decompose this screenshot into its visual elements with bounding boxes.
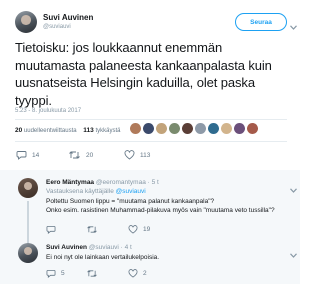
liker-avatar[interactable]	[143, 123, 154, 134]
heart-icon	[124, 150, 135, 160]
liker-avatar[interactable]	[221, 123, 232, 134]
liker-avatar[interactable]	[195, 123, 206, 134]
like-stat[interactable]: 113 tykkäystä	[83, 127, 121, 134]
reply-avatar[interactable]	[18, 243, 38, 263]
like-button[interactable]: 113	[124, 150, 150, 160]
reply-to-line: Vastauksena käyttäjälle @suviauvi	[46, 187, 146, 197]
like-stat-label: tykkäystä	[95, 128, 121, 134]
reply-icon	[46, 225, 56, 234]
reply-separator: ·	[147, 179, 150, 186]
like-stat-count: 113	[83, 127, 94, 134]
reply-text-line: Onko esim. rasistinen Muhammad-pilakuva …	[46, 207, 275, 214]
like-count: 19	[143, 226, 151, 233]
retweet-icon	[87, 270, 97, 277]
reply-author-handle[interactable]: @eeromantymaa	[96, 179, 146, 186]
liker-avatar[interactable]	[156, 123, 167, 134]
heart-icon	[128, 269, 138, 278]
tweet-stats: 20 uudelleentwiittausta 113 tykkäystä	[15, 127, 120, 134]
divider	[15, 141, 287, 142]
reply-time[interactable]: 4 t	[125, 244, 132, 251]
reply-avatar[interactable]	[18, 178, 38, 198]
liker-avatar[interactable]	[169, 123, 180, 134]
retweet-icon	[69, 151, 80, 159]
retweet-count: 20	[86, 151, 94, 159]
reply-actions: 19	[46, 225, 246, 237]
reply-button[interactable]: 5	[46, 269, 65, 278]
divider	[15, 119, 287, 120]
reply-text-line: Ei noi nyt ole lainkaan vertailukelpoisi…	[46, 254, 160, 261]
like-button[interactable]: 19	[128, 225, 150, 234]
retweet-icon	[87, 226, 97, 233]
reply-author-handle[interactable]: @suviauvi	[89, 244, 119, 251]
like-count: 113	[140, 151, 151, 159]
reply-icon	[46, 269, 56, 278]
retweet-button[interactable]	[86, 225, 103, 234]
reply-count: 5	[61, 270, 65, 277]
liker-avatar[interactable]	[130, 123, 141, 134]
heart-icon	[128, 225, 138, 234]
like-button[interactable]: 2	[128, 269, 147, 278]
reply-header: Suvi Auvinen @suviauvi · 4 t	[46, 243, 132, 253]
chevron-down-icon[interactable]	[290, 245, 297, 263]
liker-avatar[interactable]	[182, 123, 193, 134]
author-name[interactable]: Suvi Auvinen	[43, 13, 93, 22]
tweet-timestamp[interactable]: 5.23 - 8. joulukuuta 2017	[15, 108, 81, 114]
reply-button[interactable]	[46, 225, 61, 234]
follow-button[interactable]: Seuraa	[235, 13, 287, 31]
reply-actions: 5 2	[46, 269, 246, 281]
liker-avatar[interactable]	[234, 123, 245, 134]
retweet-button[interactable]	[86, 269, 103, 278]
like-count: 2	[143, 270, 147, 277]
reply-icon	[16, 151, 27, 160]
reply-author-name[interactable]: Suvi Auvinen	[46, 244, 87, 251]
tweet-text: Tietoisku: jos loukkaannut enemmän muuta…	[15, 40, 272, 108]
reply-to-prefix: Vastauksena käyttäjälle	[46, 188, 114, 195]
reply-separator: ·	[120, 244, 123, 251]
liker-avatar[interactable]	[208, 123, 219, 134]
chevron-down-icon[interactable]	[290, 17, 297, 35]
retweet-stat-count: 20	[15, 127, 23, 134]
tweet-actions: 14 20 113	[16, 150, 276, 162]
author-avatar[interactable]	[15, 11, 37, 33]
reply-time[interactable]: 5 t	[152, 179, 159, 186]
retweet-stat-label: uudelleentwiittausta	[23, 128, 77, 134]
liker-avatar[interactable]	[247, 123, 258, 134]
reply-author-name[interactable]: Eero Mäntymaa	[46, 179, 94, 186]
retweet-stat[interactable]: 20 uudelleentwiittausta	[15, 127, 77, 134]
author-handle[interactable]: @suviauvi	[43, 24, 71, 30]
chevron-down-icon[interactable]	[290, 180, 297, 198]
reply-button[interactable]: 14	[16, 150, 39, 160]
reply-to-handle[interactable]: @suviauvi	[116, 188, 146, 195]
reply-count: 14	[32, 151, 40, 159]
retweet-button[interactable]: 20	[68, 150, 93, 160]
